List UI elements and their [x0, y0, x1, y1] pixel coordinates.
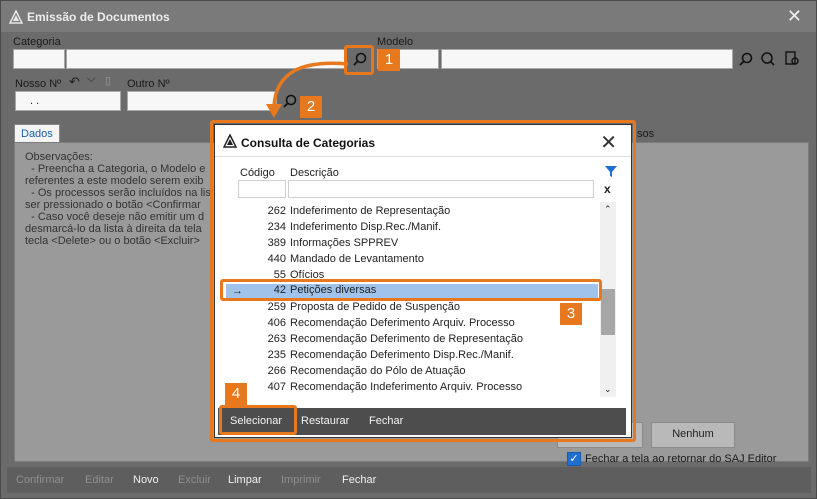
categoria-label: Categoria	[13, 36, 61, 48]
callout-number-2: 2	[300, 96, 322, 118]
modelo-label: Modelo	[377, 36, 414, 48]
app-logo-icon	[9, 10, 23, 24]
observacoes-text: Observações: - Preencha a Categoria, o M…	[25, 151, 211, 247]
callout-box-row	[220, 279, 602, 301]
fechar-button[interactable]: Fechar	[342, 474, 376, 486]
undo-icon[interactable]: ↶	[69, 74, 80, 90]
tab-dados[interactable]: Dados	[14, 124, 60, 143]
confirmar-button[interactable]: Confirmar	[16, 474, 64, 486]
outro-input[interactable]	[127, 91, 277, 111]
processos-label: sos	[637, 128, 655, 140]
nosso-label: Nosso Nº	[15, 78, 62, 90]
limpar-button[interactable]: Limpar	[228, 474, 262, 486]
modelo-desc-input[interactable]	[441, 49, 733, 69]
fechar-checkbox[interactable]: ✓	[567, 452, 581, 466]
copy-icon[interactable]: ▯	[105, 74, 111, 87]
title-bar: Emissão de Documentos ✕	[1, 1, 816, 32]
callout-number-3: 3	[560, 303, 582, 325]
categoria-code-input[interactable]	[13, 49, 65, 69]
search-icon-modelo[interactable]	[737, 51, 755, 69]
bottom-toolbar	[7, 467, 811, 493]
chevron-down-icon[interactable]: ⌵	[87, 73, 95, 86]
imprimir-button[interactable]: Imprimir	[281, 474, 321, 486]
excluir-button[interactable]: Excluir	[178, 474, 211, 486]
nosso-input[interactable]: . .	[15, 91, 121, 111]
close-icon[interactable]: ✕	[787, 6, 802, 27]
callout-box-selecionar	[219, 405, 297, 435]
outro-label: Outro Nº	[127, 78, 170, 90]
callout-number-4: 4	[225, 383, 247, 405]
window-title: Emissão de Documentos	[27, 10, 170, 24]
refresh-search-icon[interactable]	[759, 50, 777, 68]
fechar-checkbox-label: Fechar a tela ao retornar do SAJ Editor	[585, 453, 777, 465]
editar-button[interactable]: Editar	[85, 474, 114, 486]
novo-button[interactable]: Novo	[133, 474, 159, 486]
nosso-value: . .	[30, 95, 40, 107]
nenhum-button[interactable]: Nenhum	[651, 422, 735, 448]
document-search-icon[interactable]	[783, 50, 801, 68]
callout-number-1: 1	[378, 49, 400, 71]
